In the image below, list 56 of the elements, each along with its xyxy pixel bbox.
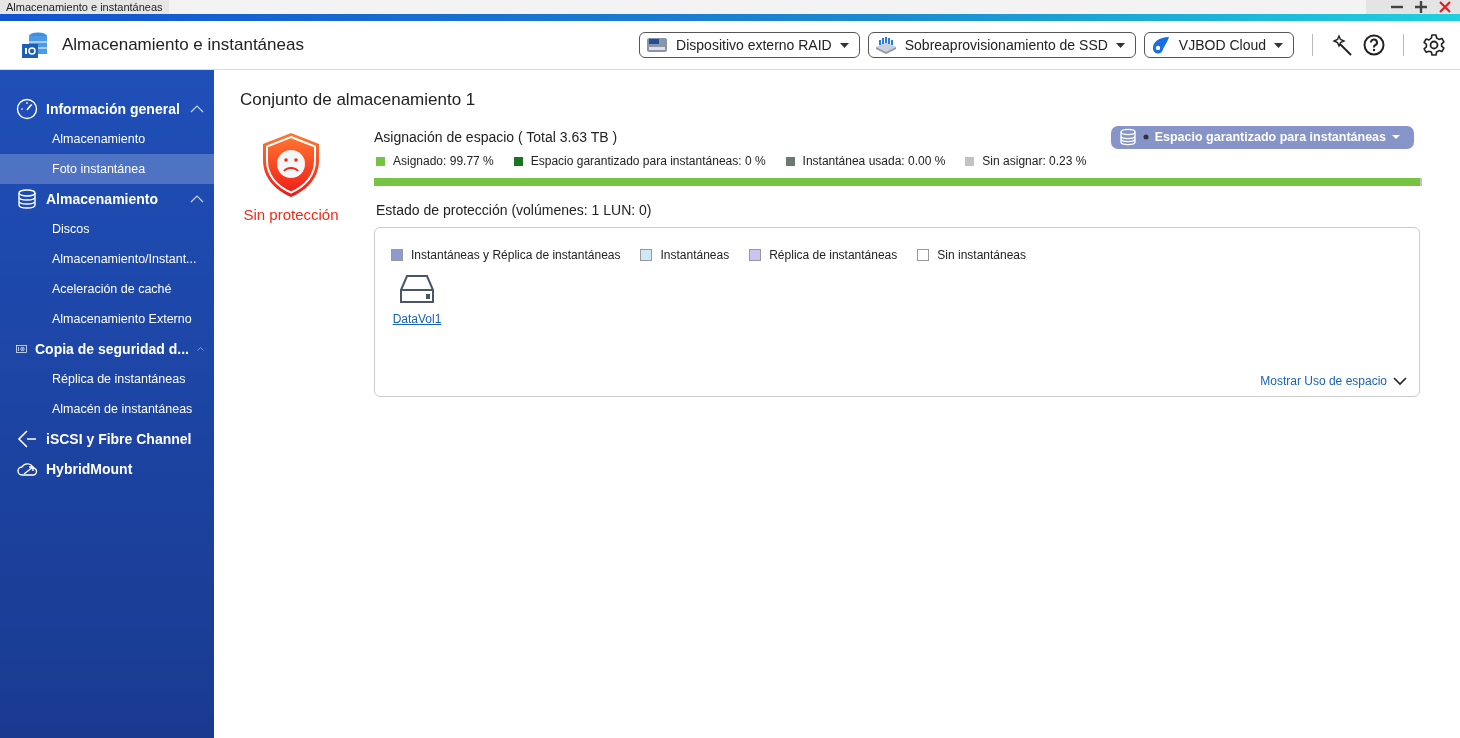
pool-title: Conjunto de almacenamiento 1: [240, 90, 477, 110]
sidebar-item[interactable]: Aceleración de caché: [0, 274, 214, 304]
database-icon: [1118, 128, 1137, 146]
caret-icon: [1392, 135, 1400, 139]
legend-label: Instantánea usada: 0.00 %: [802, 154, 946, 168]
allocation-title: Asignación de espacio ( Total 3.63 TB ): [374, 129, 618, 145]
app-logo-icon: [20, 30, 50, 60]
chevron-up-icon[interactable]: [190, 105, 204, 113]
maximize-icon[interactable]: [1414, 0, 1428, 14]
drive-icon: [399, 274, 435, 304]
sidebar-group-item[interactable]: Información general: [0, 94, 214, 124]
magic-wand-icon[interactable]: [1331, 34, 1353, 56]
legend-label: Sin instantáneas: [937, 248, 1027, 262]
caret-icon: [1274, 42, 1283, 48]
raid-drive-icon: [646, 36, 669, 54]
caret-icon: [1115, 42, 1125, 48]
close-icon[interactable]: [1438, 0, 1452, 14]
legend-label: Instantáneas: [660, 248, 730, 262]
sidebar-item[interactable]: Réplica de instantáneas: [0, 364, 214, 394]
dot-icon: [1142, 134, 1149, 140]
chevron-down-icon[interactable]: [1393, 376, 1407, 386]
chevron-up-icon[interactable]: [197, 345, 204, 353]
sidebar-item[interactable]: Discos: [0, 214, 214, 244]
cloud-drop-icon: [1150, 35, 1171, 55]
caret-icon: [839, 42, 849, 48]
legend-label: Asignado: 99.77 %: [393, 154, 494, 168]
settings-icon[interactable]: [1422, 33, 1446, 57]
volume-link[interactable]: DataVol1: [392, 312, 442, 326]
sidebar-item[interactable]: Almacén de instantáneas: [0, 394, 214, 424]
protection-title: Estado de protección (volúmenes: 1 LUN: 0): [376, 202, 653, 218]
protection-status: Sin protección: [243, 206, 339, 223]
sad-shield-icon: [261, 132, 321, 198]
sidebar-item[interactable]: Almacenamiento/Instant...: [0, 244, 214, 274]
app-title: Almacenamiento e instantáneas: [62, 35, 304, 55]
sidebar-group-item[interactable]: Copia de seguridad d...: [0, 334, 214, 364]
legend-label: Instantáneas y Réplica de instantáneas: [411, 248, 621, 262]
legend-label: Réplica de instantáneas: [769, 248, 898, 262]
gauge-icon: [16, 98, 38, 120]
sidebar-item[interactable]: Almacenamiento: [0, 124, 214, 154]
legend-label: Sin asignar: 0.23 %: [982, 154, 1087, 168]
legend-label: Espacio garantizado para instantáneas: 0 %: [530, 154, 766, 168]
sidebar-group-item[interactable]: Almacenamiento: [0, 184, 214, 214]
chevron-up-icon[interactable]: [190, 195, 204, 203]
sidebar-group-item[interactable]: iSCSI y Fibre Channel: [0, 424, 214, 454]
diamond-plug-icon: [16, 428, 38, 450]
window-title: Almacenamiento e instantáneas: [0, 0, 169, 14]
show-usage-link[interactable]: Mostrar Uso de espacio: [1260, 374, 1387, 388]
help-icon[interactable]: [1363, 34, 1385, 56]
database-icon: [16, 188, 38, 210]
dropdown-button[interactable]: Dispositivo externo RAID: [639, 32, 860, 58]
dropdown-button[interactable]: Sobreaprovisionamiento de SSD: [867, 32, 1136, 58]
dropdown-button[interactable]: VJBOD Cloud: [1143, 32, 1294, 58]
sidebar-item[interactable]: Almacenamiento Externo: [0, 304, 214, 334]
ssd-stack-icon: [874, 36, 897, 54]
sidebar-item[interactable]: Foto instantánea: [0, 154, 214, 184]
sidebar-group-item[interactable]: HybridMount: [0, 454, 214, 484]
